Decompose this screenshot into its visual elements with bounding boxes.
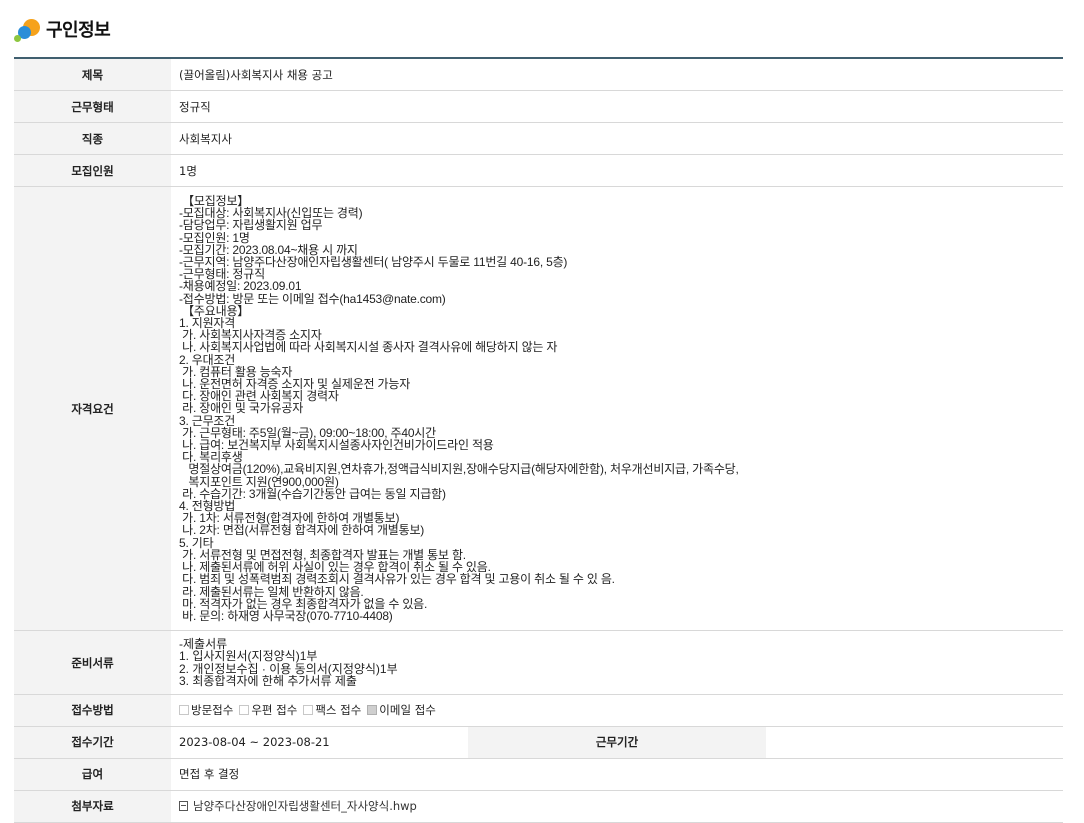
label-headcount: 모집인원 [14,154,171,187]
label-apply-method: 접수방법 [14,694,171,727]
page-title: 구인정보 [46,20,111,41]
row-work-type: 근무형태 정규직 [14,90,1063,123]
row-salary: 급여 면접 후 결정 [14,758,1063,791]
label-apply-period: 접수기간 [14,726,171,759]
value-documents: -제출서류 1. 입사지원서(지정양식)1부 2. 개인정보수집 · 이용 동의… [179,637,398,688]
value-requirements: 【모집정보】 -모집대상: 사회복지사(신입또는 경력) -담당업무: 자립생활… [179,194,739,623]
label-work-period: 근무기간 [468,726,766,759]
label-title: 제목 [14,58,171,91]
value-work-period [765,726,1063,759]
checkbox-email[interactable] [367,705,378,716]
row-documents: 준비서류 -제출서류 1. 입사지원서(지정양식)1부 2. 개인정보수집 · … [14,630,1063,695]
row-headcount: 모집인원 1명 [14,154,1063,187]
row-attachment: 첨부자료 남양주다산장애인자립생활센터_자사양식.hwp [14,790,1063,823]
file-icon [179,801,188,812]
label-job: 직종 [14,122,171,155]
row-apply-period: 접수기간 2023-08-04 ~ 2023-08-21 근무기간 [14,726,1063,759]
label-attachment: 첨부자료 [14,790,171,823]
row-apply-method: 접수방법 방문접수 우편 접수 팩스 접수 이메일 접수 [14,694,1063,727]
option-fax[interactable]: 팩스 접수 [303,702,361,718]
label-work-type: 근무형태 [14,90,171,123]
checkbox-mail[interactable] [239,705,250,716]
checkbox-fax[interactable] [303,705,314,716]
label-documents: 준비서류 [14,630,171,695]
value-apply-period: 2023-08-04 ~ 2023-08-21 [171,726,469,759]
attachment-file-name: 남양주다산장애인자립생활센터_자사양식.hwp [193,799,417,814]
value-job: 사회복지사 [171,122,1063,155]
value-headcount: 1명 [171,154,1063,187]
checkbox-visit[interactable] [179,705,189,716]
label-requirements: 자격요건 [14,186,171,632]
row-job: 직종 사회복지사 [14,122,1063,155]
job-info-table: 제목 (끌어올림)사회복지사 채용 공고 근무형태 정규직 직종 사회복지사 모… [14,57,1063,823]
value-work-type: 정규직 [171,90,1063,123]
value-salary: 면접 후 결정 [171,758,1063,791]
value-title: (끌어올림)사회복지사 채용 공고 [171,58,1063,91]
option-mail[interactable]: 우편 접수 [239,702,297,718]
row-title: 제목 (끌어올림)사회복지사 채용 공고 [14,58,1063,91]
page-header: 구인정보 [14,14,111,44]
option-visit[interactable]: 방문접수 [179,702,233,718]
label-salary: 급여 [14,758,171,791]
option-email[interactable]: 이메일 접수 [367,702,436,718]
row-requirements: 자격요건 【모집정보】 -모집대상: 사회복지사(신입또는 경력) -담당업무:… [14,186,1063,632]
logo-icon [14,15,42,43]
apply-method-options: 방문접수 우편 접수 팩스 접수 이메일 접수 [179,702,1063,718]
attachment-link[interactable]: 남양주다산장애인자립생활센터_자사양식.hwp [179,798,417,814]
